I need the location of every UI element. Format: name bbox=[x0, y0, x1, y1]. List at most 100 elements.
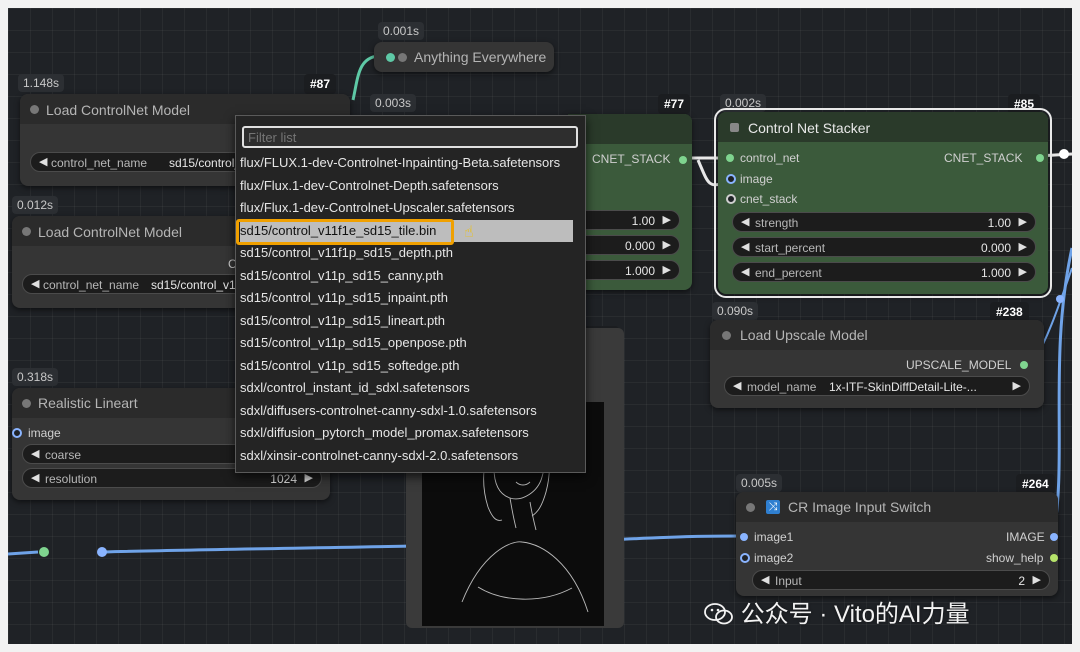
input-port-image1[interactable] bbox=[740, 533, 748, 541]
dropdown-option[interactable]: sd15/control_v11p_sd15_softedge.pth bbox=[240, 355, 573, 377]
dropdown-option[interactable]: sd15/control_v11p_sd15_inpaint.pth bbox=[240, 287, 573, 309]
input-port-control-net[interactable] bbox=[726, 154, 734, 162]
arrow-left-icon[interactable]: ◀ bbox=[733, 379, 741, 392]
option-label: sd15/control_v11p_sd15_openpose.pth bbox=[240, 335, 467, 350]
dropdown-option[interactable]: sd15/control_v11f1p_sd15_depth.pth bbox=[240, 242, 573, 264]
arrow-left-icon[interactable]: ◀ bbox=[31, 471, 39, 484]
arrow-right-icon[interactable]: ▶ bbox=[1013, 379, 1021, 392]
collapse-dot[interactable] bbox=[22, 227, 31, 236]
execution-time: 0.005s bbox=[736, 474, 783, 492]
arrow-left-icon[interactable]: ◀ bbox=[741, 240, 749, 253]
widget-value: 0.000 bbox=[624, 239, 655, 253]
widget-value: 1x-ITF-SkinDiffDetail-Lite-... bbox=[829, 380, 977, 394]
widget-name: control_net_name bbox=[51, 156, 148, 170]
arrow-right-icon[interactable]: ▶ bbox=[663, 238, 671, 251]
output-port[interactable] bbox=[679, 156, 687, 164]
node-title: Load Upscale Model bbox=[740, 327, 868, 343]
arrow-right-icon[interactable]: ▶ bbox=[1033, 573, 1041, 586]
output-port[interactable] bbox=[1020, 361, 1028, 369]
dropdown-option[interactable]: sd15/control_v11p_sd15_openpose.pth bbox=[240, 332, 573, 354]
wire-endpoint[interactable] bbox=[1059, 149, 1069, 159]
output-label: show_help bbox=[986, 551, 1044, 565]
end-percent-slider[interactable]: ◀ end_percent 1.000 ▶ bbox=[732, 262, 1036, 282]
node-title: Control Net Stacker bbox=[748, 120, 871, 136]
option-label: sd15/control_v11p_sd15_lineart.pth bbox=[240, 312, 446, 328]
wire-endpoint-2[interactable] bbox=[1056, 295, 1064, 303]
arrow-right-icon[interactable]: ▶ bbox=[663, 213, 671, 226]
combo-dropdown-menu[interactable]: flux/FLUX.1-dev-Controlnet-Inpainting-Be… bbox=[235, 115, 586, 473]
arrow-right-icon[interactable]: ▶ bbox=[663, 263, 671, 276]
dropdown-option[interactable]: sdxl/xinsir-controlnet-canny-sdxl-2.0.sa… bbox=[240, 445, 573, 467]
collapse-square[interactable] bbox=[730, 123, 739, 132]
input-label: image bbox=[740, 172, 773, 186]
arrow-left-icon[interactable]: ◀ bbox=[39, 155, 47, 168]
reroute-node-blue[interactable] bbox=[97, 547, 107, 557]
input-port-image[interactable] bbox=[726, 174, 736, 184]
collapse-dot[interactable] bbox=[398, 53, 407, 62]
widget-name: model_name bbox=[747, 380, 817, 394]
dropdown-option[interactable]: sd15/control_v11p_sd15_lineart.pth bbox=[240, 310, 573, 332]
arrow-left-icon[interactable]: ◀ bbox=[31, 277, 39, 290]
anything-everywhere-node[interactable]: Anything Everywhere bbox=[374, 42, 554, 72]
widget-value: sd15/control_v1 bbox=[151, 278, 236, 292]
model-name-combo[interactable]: ◀ model_name 1x-ITF-SkinDiffDetail-Lite-… bbox=[724, 376, 1030, 396]
option-label: sd15/control_v11f1e_sd15_tile.bin bbox=[240, 222, 437, 238]
node-title: Realistic Lineart bbox=[38, 395, 138, 411]
execution-time: 0.012s bbox=[12, 196, 59, 214]
input-port-cnet-stack[interactable] bbox=[726, 194, 736, 204]
collapse-dot[interactable] bbox=[722, 331, 731, 340]
input-label: cnet_stack bbox=[740, 192, 798, 206]
output-port[interactable] bbox=[1036, 154, 1044, 162]
collapse-dot[interactable] bbox=[746, 503, 755, 512]
option-label: sd15/control_v11p_sd15_canny.pth bbox=[240, 267, 444, 283]
output-label: CNET_STACK bbox=[944, 151, 1023, 165]
control-net-stacker-node[interactable]: Control Net Stacker control_net image cn… bbox=[714, 108, 1052, 298]
widget-name: start_percent bbox=[755, 241, 826, 255]
option-label: sd15/control_v11p_sd15_inpaint.pth bbox=[240, 290, 448, 305]
collapse-dot[interactable] bbox=[30, 105, 39, 114]
input-dot[interactable] bbox=[386, 53, 395, 62]
input-port-image[interactable] bbox=[12, 428, 22, 438]
start-percent-slider[interactable]: ◀ start_percent 0.000 ▶ bbox=[732, 237, 1036, 257]
dropdown-option[interactable]: flux/Flux.1-dev-Controlnet-Depth.safeten… bbox=[240, 175, 573, 197]
reroute-node-green[interactable] bbox=[39, 547, 49, 557]
arrow-left-icon[interactable]: ◀ bbox=[741, 265, 749, 278]
widget-value: 1.00 bbox=[987, 216, 1011, 230]
arrow-right-icon[interactable]: ▶ bbox=[1019, 265, 1027, 278]
dropdown-option[interactable]: sd15/control_v11f1e_sd15_tile.bin ☝ bbox=[236, 218, 573, 245]
control-net-stacker-node-77[interactable]: CNET_STACK 1.00 ▶ 0.000 ▶ 1.000 ▶ bbox=[568, 114, 692, 290]
arrow-right-icon[interactable]: ▶ bbox=[1019, 240, 1027, 253]
execution-time: 0.318s bbox=[12, 368, 59, 386]
node-id-badge: #238 bbox=[990, 302, 1029, 322]
output-port-image[interactable] bbox=[1050, 533, 1058, 541]
widget-value: 2 bbox=[1018, 574, 1025, 588]
arrow-left-icon[interactable]: ◀ bbox=[31, 447, 39, 460]
arrow-right-icon[interactable]: ▶ bbox=[1019, 215, 1027, 228]
execution-time: 0.090s bbox=[712, 302, 759, 320]
node-id-badge: #77 bbox=[658, 94, 691, 114]
switch-icon: ⤨ bbox=[766, 500, 780, 514]
arrow-left-icon[interactable]: ◀ bbox=[741, 215, 749, 228]
cr-image-input-switch-node[interactable]: ⤨ CR Image Input Switch image1 image2 IM… bbox=[736, 492, 1058, 596]
dropdown-option[interactable]: flux/FLUX.1-dev-Controlnet-Inpainting-Be… bbox=[240, 152, 573, 174]
output-port-show-help[interactable] bbox=[1050, 554, 1058, 562]
dropdown-option[interactable]: flux/Flux.1-dev-Controlnet-Upscaler.safe… bbox=[240, 197, 573, 219]
watermark-text: 公众号 · Vito的AI力量 bbox=[740, 601, 970, 628]
input-port-image2[interactable] bbox=[740, 553, 750, 563]
arrow-left-icon[interactable]: ◀ bbox=[761, 573, 769, 586]
dropdown-option[interactable]: sdxl/diffusers-controlnet-canny-sdxl-1.0… bbox=[240, 400, 573, 422]
load-upscale-model-node[interactable]: Load Upscale Model UPSCALE_MODEL ◀ model… bbox=[710, 320, 1044, 408]
dropdown-option[interactable]: sd15/control_v11p_sd15_canny.pth bbox=[240, 265, 573, 287]
strength-slider[interactable]: ◀ strength 1.00 ▶ bbox=[732, 212, 1036, 232]
option-label: flux/FLUX.1-dev-Controlnet-Inpainting-Be… bbox=[240, 155, 561, 170]
hand-cursor-icon: ☝ bbox=[464, 223, 474, 241]
widget-name: resolution bbox=[45, 472, 98, 486]
wechat-icon bbox=[704, 602, 734, 626]
node-graph-canvas[interactable]: 0.001s Anything Everywhere 1.148s #87 Lo… bbox=[8, 8, 1072, 644]
filter-list-input[interactable] bbox=[242, 126, 578, 148]
input-label: image2 bbox=[754, 551, 794, 565]
dropdown-option[interactable]: sdxl/diffusion_pytorch_model_promax.safe… bbox=[240, 422, 573, 444]
input-selector[interactable]: ◀ Input 2 ▶ bbox=[752, 570, 1050, 590]
dropdown-option[interactable]: sdxl/control_instant_id_sdxl.safetensors bbox=[240, 377, 573, 399]
collapse-dot[interactable] bbox=[22, 399, 31, 408]
